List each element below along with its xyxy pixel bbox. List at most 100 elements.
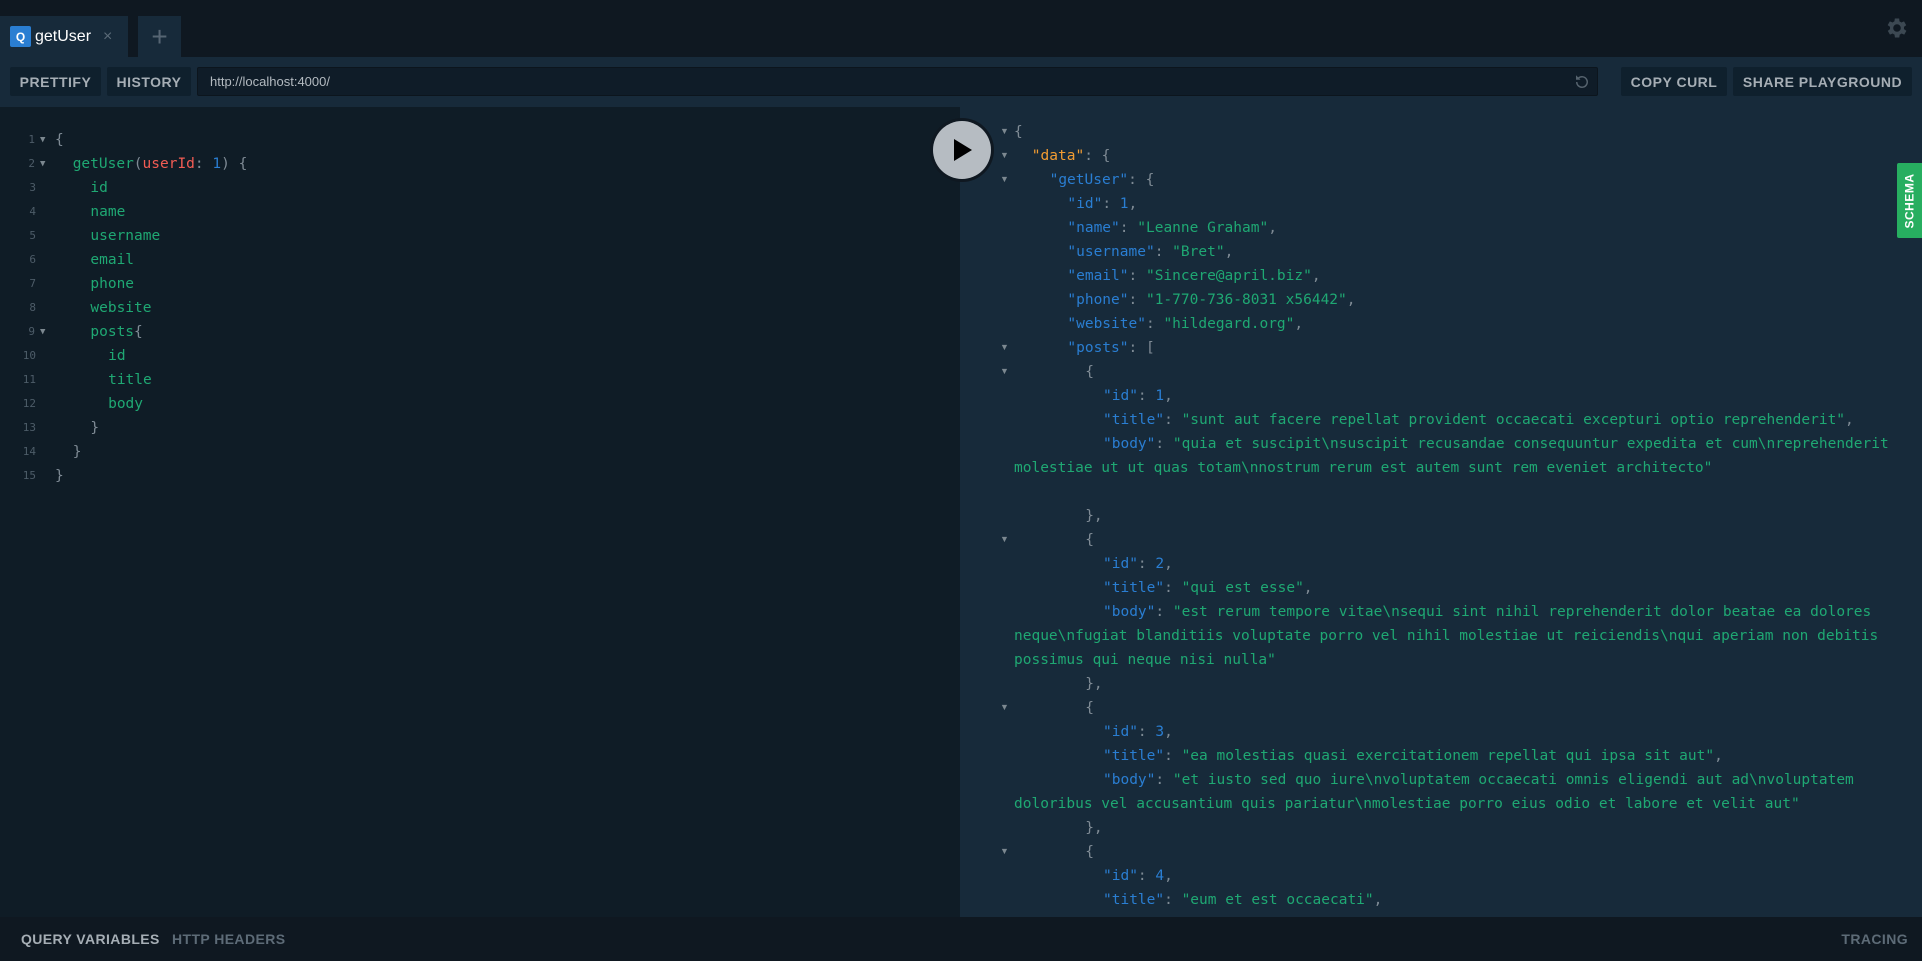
close-tab-icon[interactable]: × xyxy=(103,28,112,46)
json-token: : xyxy=(1102,196,1120,212)
json-token: "qui est esse" xyxy=(1181,580,1304,596)
query-line: 3 id xyxy=(0,176,960,200)
fold-arrow-icon[interactable]: ▼ xyxy=(1000,534,1009,544)
history-button[interactable]: HISTORY xyxy=(107,67,191,96)
result-line: "id": 1, xyxy=(1014,384,1894,408)
line-number: 5 xyxy=(29,229,36,242)
fold-arrow-icon[interactable]: ▼ xyxy=(40,128,45,152)
json-token: "title" xyxy=(1103,412,1165,428)
query-code: body xyxy=(108,392,143,416)
json-token: }, xyxy=(1085,676,1103,692)
result-line: { xyxy=(1014,120,1894,144)
result-line: "name": "Leanne Graham", xyxy=(1014,216,1894,240)
line-number: 15 xyxy=(22,469,36,482)
json-token: "website" xyxy=(1067,316,1146,332)
json-token: "Leanne Graham" xyxy=(1137,220,1269,236)
tab-label: getUser xyxy=(35,27,92,45)
toolbar: PRETTIFY HISTORY http://localhost:4000/ … xyxy=(0,57,1922,107)
fold-arrow-icon[interactable]: ▼ xyxy=(40,152,45,176)
json-token: : xyxy=(1164,748,1182,764)
query-line: 10 id xyxy=(0,344,960,368)
query-badge-icon: Q xyxy=(10,26,31,47)
json-token: "body" xyxy=(1103,772,1156,788)
json-token: "id" xyxy=(1103,388,1138,404)
json-token: , xyxy=(1164,868,1173,884)
json-token: : xyxy=(1137,868,1156,884)
bottom-bar: QUERY VARIABLES HTTP HEADERS TRACING xyxy=(0,917,1922,961)
line-number: 9 xyxy=(28,325,35,338)
query-line: 6 email xyxy=(0,248,960,272)
json-token: , xyxy=(1164,388,1173,404)
query-code: { xyxy=(55,128,64,152)
fold-arrow-icon[interactable]: ▼ xyxy=(1000,174,1009,184)
json-token: , xyxy=(1714,748,1723,764)
json-token: "hildegard.org" xyxy=(1163,316,1295,332)
code-token: userId xyxy=(142,156,195,172)
prettify-button[interactable]: PRETTIFY xyxy=(10,67,101,96)
result-line: { xyxy=(1014,360,1894,384)
result-line: "body": "est rerum tempore vitae\nsequi … xyxy=(1014,600,1894,672)
json-token: { xyxy=(1085,532,1094,548)
json-token: 1 xyxy=(1155,388,1165,404)
fold-arrow-icon[interactable]: ▼ xyxy=(1000,846,1009,856)
json-token: : xyxy=(1164,580,1182,596)
json-token: { xyxy=(1014,124,1023,140)
add-tab-button[interactable]: + xyxy=(138,16,181,57)
reload-schema-icon[interactable] xyxy=(1573,73,1591,91)
line-number: 8 xyxy=(29,301,36,314)
fold-arrow-icon[interactable]: ▼ xyxy=(1000,342,1009,352)
fold-arrow-icon[interactable]: ▼ xyxy=(1000,702,1009,712)
json-token: : xyxy=(1137,724,1156,740)
query-code: posts{ xyxy=(90,320,142,344)
copy-curl-button[interactable]: COPY CURL xyxy=(1621,67,1727,96)
http-headers-tab[interactable]: HTTP HEADERS xyxy=(172,931,285,947)
result-line: "data": { xyxy=(1014,144,1894,168)
json-token: , xyxy=(1164,724,1173,740)
query-editor[interactable]: 1 ▼{2 ▼ getUser(userId: 1) {3 id 4 name 5 userna… xyxy=(0,107,960,917)
json-token: : xyxy=(1137,388,1156,404)
line-number: 6 xyxy=(29,253,36,266)
fold-arrow-icon[interactable]: ▼ xyxy=(40,320,45,344)
query-line: 12 body xyxy=(0,392,960,416)
json-token: { xyxy=(1085,364,1094,380)
code-token: id xyxy=(108,348,126,364)
result-line: }, xyxy=(1014,816,1894,840)
code-token: } xyxy=(90,420,100,436)
code-token: email xyxy=(90,252,135,268)
query-code: phone xyxy=(90,272,134,296)
tracing-tab[interactable]: TRACING xyxy=(1841,931,1908,947)
json-token: "posts" xyxy=(1067,340,1129,356)
json-token: }, xyxy=(1085,508,1103,524)
code-token: : xyxy=(194,156,213,172)
result-line: }, xyxy=(1014,672,1894,696)
json-token: 4 xyxy=(1155,868,1165,884)
fold-arrow-icon[interactable]: ▼ xyxy=(1000,126,1009,136)
query-code: } xyxy=(73,440,82,464)
result-line: }, xyxy=(1014,504,1894,528)
settings-gear-icon[interactable] xyxy=(1884,15,1910,41)
query-line: 11 title xyxy=(0,368,960,392)
json-token: : { xyxy=(1128,172,1155,188)
query-code: } xyxy=(55,464,64,488)
fold-arrow-icon[interactable]: ▼ xyxy=(1000,150,1009,160)
query-variables-tab[interactable]: QUERY VARIABLES xyxy=(21,931,160,947)
json-token: : xyxy=(1164,412,1182,428)
query-code: email xyxy=(90,248,134,272)
result-line: "id": 1, xyxy=(1014,192,1894,216)
execute-query-button[interactable] xyxy=(930,118,994,182)
query-line: 13} xyxy=(0,416,960,440)
json-token: 3 xyxy=(1155,724,1165,740)
endpoint-url-input[interactable]: http://localhost:4000/ xyxy=(197,67,1598,96)
tab-getuser[interactable]: Q getUser × xyxy=(0,16,128,57)
share-playground-button[interactable]: SHARE PLAYGROUND xyxy=(1733,67,1912,96)
code-token: { xyxy=(134,324,143,340)
json-token: }, xyxy=(1085,820,1103,836)
result-line: "title": "ea molestias quasi exercitatio… xyxy=(1014,744,1894,768)
schema-tab[interactable]: SCHEMA xyxy=(1897,163,1922,238)
json-token: "eum et est occaecati" xyxy=(1181,892,1374,908)
result-line: "email": "Sincere@april.biz", xyxy=(1014,264,1894,288)
json-token: { xyxy=(1085,844,1094,860)
fold-arrow-icon[interactable]: ▼ xyxy=(1000,366,1009,376)
json-token: : { xyxy=(1084,148,1111,164)
json-token: , xyxy=(1311,268,1321,284)
